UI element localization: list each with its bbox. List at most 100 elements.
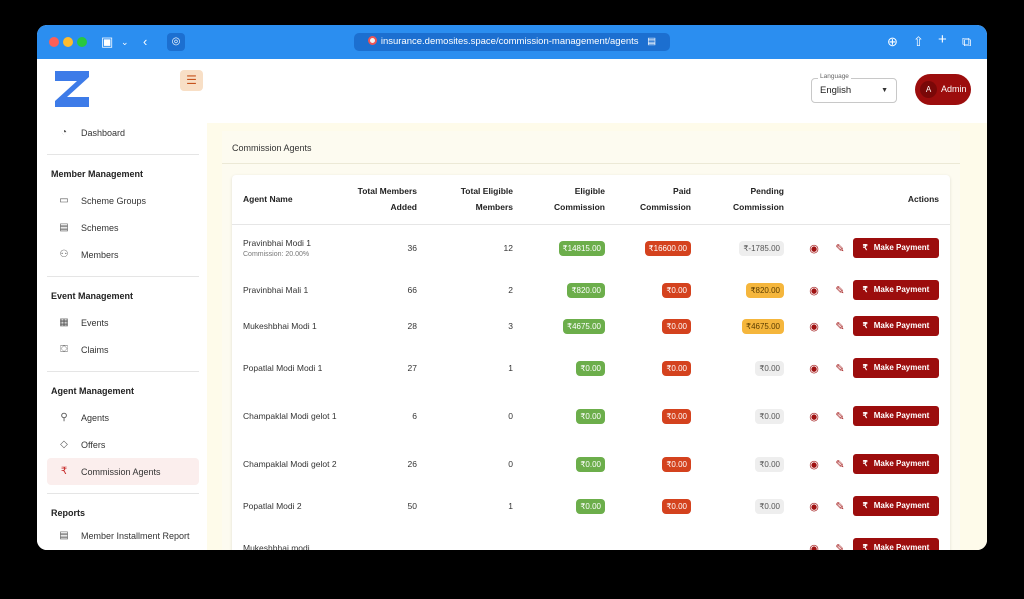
header-eligible-commission[interactable]: Eligible Commission: [513, 175, 605, 225]
edit-icon[interactable]: ✎: [827, 242, 853, 255]
paid-commission-cell: ₹0.00: [605, 440, 691, 488]
make-payment-button[interactable]: ₹ Make Payment: [853, 238, 939, 259]
sidebar-item-label: Dashboard: [81, 127, 126, 138]
avatar: A: [920, 81, 937, 99]
agent-name-cell: Pravinbhai Modi 1 Commission: 20.00%: [232, 224, 338, 272]
hamburger-menu-button[interactable]: ☰: [180, 70, 203, 91]
eligible-commission-badge: ₹0.00: [576, 456, 605, 472]
url-text: insurance.demosites.space/commission-man…: [380, 36, 639, 47]
eye-icon[interactable]: ◉: [801, 362, 827, 375]
privacy-shield-icon[interactable]: ◎: [167, 33, 185, 51]
eye-icon[interactable]: ◉: [801, 410, 827, 423]
share-icon[interactable]: ⇧: [913, 33, 924, 51]
sidebar-item-commission-agents[interactable]: ₹ Commission Agents: [47, 458, 199, 485]
back-icon[interactable]: ‹: [143, 33, 147, 51]
edit-icon[interactable]: ✎: [827, 542, 853, 551]
make-payment-button[interactable]: ₹ Make Payment: [853, 538, 939, 550]
edit-icon[interactable]: ✎: [827, 500, 853, 513]
reader-icon[interactable]: ▤: [647, 36, 656, 47]
dashboard-icon: ◔: [60, 127, 68, 138]
sidebar-item-schemes[interactable]: ▤ Schemes: [47, 214, 199, 241]
edit-icon[interactable]: ✎: [827, 284, 853, 297]
sidebar-item-agents[interactable]: ⚲ Agents: [47, 404, 199, 431]
header-total-eligible[interactable]: Total Eligible Members: [417, 175, 513, 225]
rupee-icon: ₹: [862, 243, 868, 253]
sidebar-toggle-icon[interactable]: ▣: [101, 33, 113, 51]
edit-icon[interactable]: ✎: [827, 410, 853, 423]
agent-name: Popatlal Modi Modi 1: [243, 363, 323, 373]
close-window-button[interactable]: [49, 37, 59, 47]
agent-name-cell: Champaklal Modi gelot 1: [232, 392, 338, 440]
actions-cell: ◉ ✎ ₹ Make Payment: [784, 524, 950, 550]
sidebar-nav: ◔ Dashboard Member Management ▭ Scheme Gro…: [47, 119, 199, 543]
user-icon: ⚲: [60, 412, 68, 423]
make-payment-label: Make Payment: [873, 501, 930, 510]
sidebar-item-offers[interactable]: ◇ Offers: [47, 431, 199, 458]
sidebar-item-scheme-groups[interactable]: ▭ Scheme Groups: [47, 187, 199, 214]
sidebar-item-dashboard[interactable]: ◔ Dashboard: [47, 119, 199, 146]
make-payment-button[interactable]: ₹ Make Payment: [853, 496, 939, 516]
agent-name-cell: Popatlal Modi Modi 1: [232, 344, 338, 392]
browser-window: ▣ ⌄ ‹ ◎ insurance.demosites.space/commis…: [37, 25, 987, 550]
eye-icon[interactable]: ◉: [801, 320, 827, 333]
eye-icon[interactable]: ◉: [801, 500, 827, 513]
header-total-members[interactable]: Total Members Added: [338, 175, 417, 225]
tab-overview-icon[interactable]: ⧉: [962, 33, 971, 51]
app-logo[interactable]: [55, 71, 89, 107]
users-icon: ⚇: [59, 249, 69, 260]
agent-name-cell: Mukeshbhai modi: [232, 524, 338, 550]
sidebar-item-label: Scheme Groups: [81, 195, 147, 206]
make-payment-button[interactable]: ₹ Make Payment: [853, 316, 939, 336]
make-payment-button[interactable]: ₹ Make Payment: [853, 406, 939, 426]
table-row: Champaklal Modi gelot 1 6 0 ₹0.00 ₹0.00 ₹0.00…: [232, 392, 950, 440]
agent-name: Popatlal Modi 2: [243, 501, 302, 511]
minimize-window-button[interactable]: [63, 37, 73, 47]
total-members-cell: 66: [407, 285, 417, 295]
divider: [222, 163, 960, 164]
make-payment-button[interactable]: ₹ Make Payment: [853, 280, 939, 300]
agent-name: Champaklal Modi gelot 1: [243, 411, 337, 421]
table-row: Mukeshbhai Modi 1 28 3 ₹4675.00 ₹0.00 ₹4675.0…: [232, 308, 950, 344]
header-pending-commission[interactable]: Pending Commission: [691, 175, 784, 225]
language-label: Language: [818, 72, 851, 82]
section-title-agent-management: Agent Management: [51, 386, 135, 396]
sidebar-item-member-installment-report[interactable]: ▤ Member Installment Report: [47, 526, 199, 543]
eye-icon[interactable]: ◉: [801, 458, 827, 471]
new-tab-icon[interactable]: +: [938, 31, 947, 49]
chevron-down-icon[interactable]: ⌄: [121, 33, 129, 51]
rupee-icon: ₹: [862, 321, 868, 330]
header-agent-name[interactable]: Agent Name: [232, 175, 338, 225]
eye-icon[interactable]: ◉: [801, 242, 827, 255]
header-paid-commission[interactable]: Paid Commission: [605, 175, 691, 225]
section-title-event-management: Event Management: [51, 291, 134, 301]
eye-icon[interactable]: ◉: [801, 542, 827, 551]
download-icon[interactable]: ⊕: [887, 33, 898, 51]
pending-commission-badge: ₹-1785.00: [739, 240, 784, 256]
table-header-row: Agent Name Total Members Added Total Elig…: [232, 175, 950, 225]
make-payment-button[interactable]: ₹ Make Payment: [853, 358, 939, 378]
sidebar-item-members[interactable]: ⚇ Members: [47, 241, 199, 268]
top-header: Language English ▼ A Admin: [207, 59, 987, 123]
table-card: Agent Name Total Members Added Total Elig…: [232, 175, 950, 550]
url-bar[interactable]: insurance.demosites.space/commission-man…: [354, 33, 670, 51]
paid-commission-cell: ₹0.00: [605, 272, 691, 308]
header-text: Pending: [750, 186, 784, 197]
table-row: Champaklal Modi gelot 2 26 0 ₹0.00 ₹0.00 ₹0.0…: [232, 440, 950, 488]
header-text: Total Members: [357, 186, 417, 197]
language-select[interactable]: Language English ▼: [811, 72, 897, 103]
header-text: Paid: [673, 186, 691, 197]
agent-name: Pravinbhai Modi 1: [243, 238, 312, 249]
edit-icon[interactable]: ✎: [827, 320, 853, 333]
zoom-window-button[interactable]: [77, 37, 87, 47]
total-members-cell: 6: [412, 411, 417, 421]
sidebar-item-events[interactable]: ▦ Events: [47, 309, 199, 336]
make-payment-button[interactable]: ₹ Make Payment: [853, 454, 939, 474]
eye-icon[interactable]: ◉: [801, 284, 827, 297]
sidebar-item-claims[interactable]: ⛋ Claims: [47, 336, 199, 363]
eligible-commission-cell: ₹0.00: [513, 440, 605, 488]
edit-icon[interactable]: ✎: [827, 458, 853, 471]
sidebar-item-label: Member Installment Report: [81, 531, 190, 541]
admin-menu-button[interactable]: A Admin: [915, 74, 971, 105]
edit-icon[interactable]: ✎: [827, 362, 853, 375]
make-payment-label: Make Payment: [873, 243, 930, 253]
